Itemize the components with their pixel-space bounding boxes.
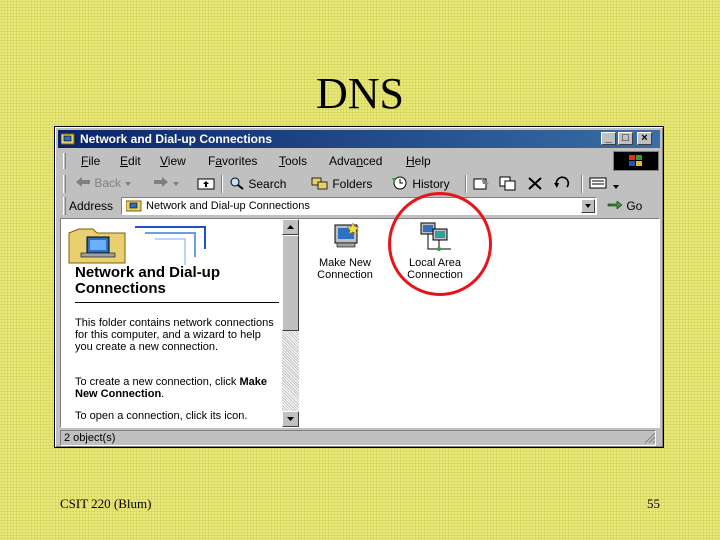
copy-to-icon — [499, 176, 516, 191]
footer-page-number: 55 — [647, 496, 660, 511]
highlight-circle-annotation — [388, 192, 492, 296]
copy-to-button[interactable] — [499, 176, 517, 194]
maximize-button[interactable]: □ — [618, 132, 633, 145]
standard-toolbar: Back Search Folders History — [61, 173, 659, 195]
history-label: History — [412, 177, 450, 191]
forward-arrow-icon — [154, 177, 168, 187]
go-button[interactable]: Go — [607, 199, 642, 213]
search-button[interactable]: Search — [229, 176, 286, 191]
make-new-connection-label: Make New Connection — [317, 257, 373, 281]
network-folder-icon — [126, 200, 142, 212]
chevron-down-icon — [125, 182, 132, 186]
up-folder-button[interactable] — [197, 176, 215, 193]
scroll-down-button[interactable] — [282, 411, 299, 427]
address-label: Address — [69, 199, 114, 213]
addressbar-grip[interactable] — [63, 197, 66, 215]
window-titlebar[interactable]: Network and Dial-up Connections _ □ × — [58, 130, 660, 148]
pane-create-instructions: To create a new connection, click Make N… — [75, 376, 281, 400]
scroll-thumb[interactable] — [282, 235, 299, 331]
close-button[interactable]: × — [637, 132, 652, 145]
menu-view[interactable]: View — [160, 154, 186, 168]
folder-content-area: Network and Dial-up Connections This fol… — [60, 218, 660, 428]
address-dropdown-button[interactable] — [581, 199, 595, 213]
webview-info-pane: Network and Dial-up Connections This fol… — [61, 219, 282, 427]
history-icon — [392, 176, 407, 190]
status-text: 2 object(s) — [64, 432, 116, 444]
toolbar-grip[interactable] — [63, 175, 66, 193]
arrow-down-icon — [287, 417, 294, 421]
up-folder-icon — [197, 178, 215, 190]
toolbar-separator — [465, 175, 467, 193]
folders-button[interactable]: Folders — [311, 176, 372, 191]
footer-course: CSIT 220 (Blum) — [60, 496, 152, 511]
create-instructions-text: To create a new connection, click — [75, 376, 237, 388]
make-new-connection-item[interactable]: Make New Connection — [305, 221, 385, 283]
pane-description: This folder contains network connections… — [75, 317, 274, 353]
folders-icon — [311, 177, 328, 190]
undo-icon — [554, 176, 570, 188]
pane-title: Network and Dial-up Connections — [75, 264, 221, 297]
search-icon — [230, 177, 244, 190]
go-arrow-icon — [607, 200, 623, 210]
chevron-down-icon — [173, 182, 180, 186]
views-button[interactable] — [589, 176, 620, 193]
undo-button[interactable] — [553, 176, 571, 194]
windows-logo-icon — [613, 151, 659, 171]
menu-help[interactable]: Help — [406, 154, 431, 168]
vertical-scrollbar[interactable] — [282, 219, 299, 427]
forward-button[interactable] — [153, 176, 180, 190]
toolbar-separator — [221, 175, 223, 193]
chevron-down-icon — [585, 204, 591, 208]
menu-tools[interactable]: Tools — [279, 154, 307, 168]
menu-file[interactable]: File — [81, 154, 100, 168]
status-cell: 2 object(s) — [60, 430, 656, 446]
address-input[interactable]: Network and Dial-up Connections — [121, 197, 597, 215]
history-button[interactable]: History — [391, 176, 450, 191]
go-label: Go — [626, 199, 643, 213]
explorer-window: Network and Dial-up Connections _ □ × Fi… — [54, 126, 664, 448]
network-folder-banner-icon — [68, 226, 206, 265]
pane-divider — [75, 302, 279, 303]
scroll-up-button[interactable] — [282, 219, 299, 235]
window-title: Network and Dial-up Connections — [80, 132, 273, 146]
move-to-icon — [473, 177, 489, 190]
chevron-down-icon — [613, 185, 620, 189]
pane-open-instructions: To open a connection, click its icon. — [75, 410, 248, 422]
back-label: Back — [94, 176, 122, 190]
folders-label: Folders — [332, 177, 373, 191]
move-to-button[interactable] — [473, 176, 491, 194]
delete-icon — [528, 177, 542, 190]
minimize-button[interactable]: _ — [601, 132, 616, 145]
slide-title: DNS — [315, 69, 405, 118]
address-value: Network and Dial-up Connections — [146, 200, 310, 212]
network-folder-icon — [61, 133, 75, 145]
menu-bar: File Edit View Favorites Tools Advanced … — [61, 151, 609, 171]
arrow-up-icon — [287, 225, 294, 229]
address-bar: Address Network and Dial-up Connections … — [61, 196, 659, 216]
toolbar-separator — [581, 175, 583, 193]
delete-button[interactable] — [527, 176, 543, 194]
make-new-connection-icon — [334, 222, 360, 248]
create-instructions-period: . — [161, 388, 165, 400]
search-label: Search — [248, 177, 287, 191]
menu-favorites[interactable]: Favorites — [208, 154, 257, 168]
menu-advanced[interactable]: Advanced — [329, 154, 382, 168]
menubar-grip[interactable] — [63, 153, 66, 169]
views-icon — [589, 177, 607, 189]
menu-edit[interactable]: Edit — [120, 154, 141, 168]
back-button[interactable]: Back — [75, 176, 132, 190]
back-arrow-icon — [76, 177, 90, 187]
status-bar: 2 object(s) — [60, 430, 660, 446]
resize-grip-icon[interactable] — [644, 432, 656, 444]
